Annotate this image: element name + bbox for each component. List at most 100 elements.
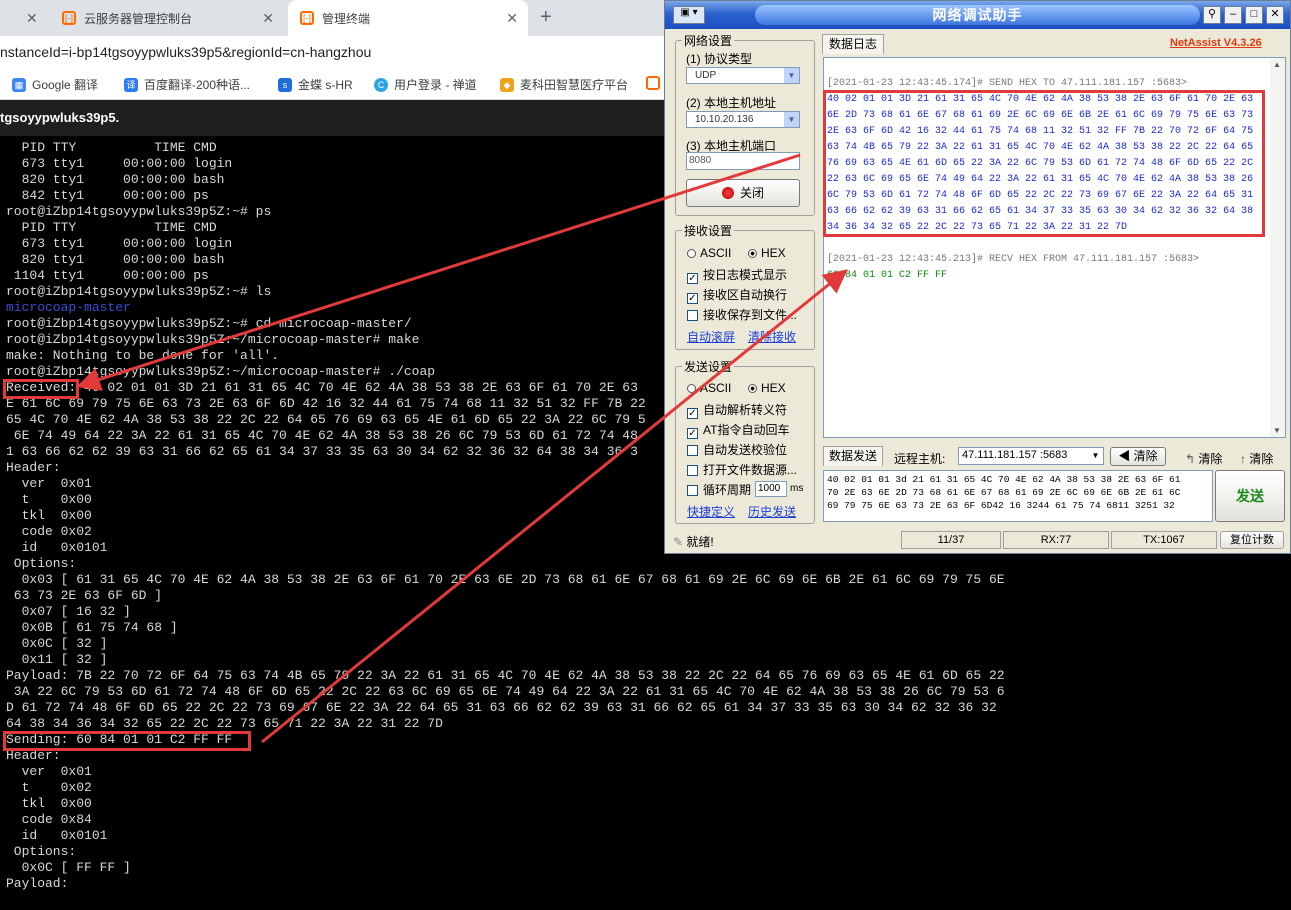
auto-wrap-checkbox[interactable]: ✓ 接收区自动换行 [687,286,787,304]
recv-hex-radio[interactable]: HEX [748,246,786,260]
send-hex-radio[interactable]: HEX [748,381,786,395]
clear-all-button[interactable]: ↑ 清除 [1240,450,1273,467]
auto-escape-checkbox[interactable]: ✓ 自动解析转义符 [687,401,787,419]
clear-receive-link[interactable]: 清除接收 [748,328,796,345]
sending-highlight-box [3,731,251,751]
scroll-down-icon[interactable]: ▼ [1273,426,1281,435]
shield-icon: ◆ [500,77,514,92]
loop-period-checkbox[interactable]: 循环周期 [687,481,751,498]
remote-host-select[interactable]: 47.111.181.157 :5683 ▼ [958,447,1104,465]
terminal-line: code 0x84 [6,812,92,827]
new-tab-plus-icon[interactable]: + [540,6,552,29]
tab-data-send[interactable]: 数据发送 [823,446,883,466]
chevron-down-icon[interactable]: ▼ [784,112,799,127]
history-link[interactable]: 历史发送 [748,503,796,520]
terminal-line: ver 0x01 [6,476,92,491]
url-text: nstanceId=i-bp14tgsoyypwluks39p5&regionI… [0,44,372,60]
tab-label: 云服务器管理控制台 [84,11,193,26]
bookmark-aliyun-partial[interactable] [646,76,666,90]
recv-ascii-radio[interactable]: ASCII [687,246,731,260]
terminal-line: 0x11 [ 32 ] [6,652,108,667]
terminal-line: id 0x0101 [6,828,108,843]
shortcuts-link[interactable]: 快捷定义 [687,503,735,520]
loop-period-input[interactable]: 1000 [755,481,787,497]
local-ip-select[interactable]: 10.10.20.136 ▼ [686,111,800,128]
at-auto-cr-checkbox[interactable]: ✓ AT指令自动回车 [687,421,789,439]
send-button[interactable]: 发送 [1215,470,1285,522]
bookmark-baidu-translate[interactable]: 译百度翻译-200种语... [124,76,250,93]
received-highlight-box [3,379,79,399]
terminal-line: Options: [6,844,77,859]
auto-scroll-link[interactable]: 自动滚屏 [687,328,735,345]
terminal-line: id 0x0101 [6,540,108,555]
maximize-icon[interactable]: □ [1245,6,1263,24]
close-connection-button[interactable]: 关闭 [686,179,800,207]
terminal-line: microcoap-master [6,300,131,315]
clear-remote-button[interactable]: ◀ 清除 [1110,447,1166,466]
log-scrollbar[interactable]: ▲ ▼ [1270,58,1285,437]
save-to-file-checkbox[interactable]: 接收保存到文件... [687,306,797,323]
auto-checksum-checkbox[interactable]: 自动发送校验位 [687,441,787,458]
status-icon: ✎ [673,535,684,549]
terminal-line: Options: [6,556,77,571]
ready-status: ✎ 就绪! [673,535,714,549]
clear-send-button[interactable]: ↰ 清除 [1185,450,1222,467]
netassist-title-bar: ▣ ▾ 网络调试助手 ⚲ – □ ✕ [665,1,1290,29]
address-bar[interactable]: nstanceId=i-bp14tgsoyypwluks39p5&regionI… [0,36,664,68]
send-ascii-radio[interactable]: ASCII [687,381,731,395]
chevron-down-icon[interactable]: ▼ [1088,448,1103,464]
close-icon[interactable]: ✕ [506,10,518,27]
reset-counter-button[interactable]: 复位计数 [1220,531,1284,549]
tab-data-log[interactable]: 数据日志 [822,34,884,54]
tab-label: 管理终端 [322,11,371,26]
terminal-line: tkl 0x00 [6,508,92,523]
scroll-up-icon[interactable]: ▲ [1273,60,1281,69]
undo-arrow-icon: ↰ [1185,452,1196,466]
translate-icon: 译 [124,77,138,92]
tab-management-terminal[interactable]: [-] 管理终端 ✕ [288,0,528,36]
local-port-input[interactable]: 8080 [686,152,800,170]
chevron-down-icon[interactable]: ▼ [784,68,799,83]
terminal-line: root@iZbp14tgsoyypwluks39p5Z:~/microcoap… [6,332,420,347]
terminal-line: 6E 74 49 64 22 3A 22 61 31 65 4C 70 4E 6… [6,428,638,443]
open-file-source-checkbox[interactable]: 打开文件数据源... [687,461,797,478]
terminal-line: 820 tty1 00:00:00 bash [6,172,225,187]
terminal-line: ver 0x01 [6,764,92,779]
close-icon[interactable]: ✕ [262,10,274,27]
checkbox-icon [687,310,698,321]
loop-unit: ms [790,483,804,494]
terminal-line: 63 73 2E 63 6F 6D ] [6,588,163,603]
version-link[interactable]: NetAssist V4.3.26 [1170,37,1262,49]
send-hex-highlight-box [823,90,1265,237]
protocol-select[interactable]: UDP ▼ [686,67,800,84]
tab-close-partial[interactable]: ✕ [0,0,38,36]
red-status-icon [721,187,734,199]
protocol-label: (1) 协议类型 [686,52,753,66]
check-icon: ✓ [687,273,698,284]
bookmark-kingdee-shr[interactable]: s 金蝶 s-HR [278,76,353,93]
recv-hex-line: 60 84 01 01 C2 FF FF [827,270,948,281]
bookmark-zentao[interactable]: C 用户登录 - 禅道 [374,76,477,93]
tab-ecs-console[interactable]: [-] 云服务器管理控制台 ✕ [52,0,284,36]
terminal-line: t 0x02 [6,780,92,795]
radio-selected-icon [748,384,757,393]
checkbox-icon [687,445,698,456]
log-mode-checkbox[interactable]: ✓ 按日志模式显示 [687,266,787,284]
checkbox-icon [687,465,698,476]
window-menu-icon[interactable]: ▣ ▾ [673,6,705,24]
terminal-line: Received: 40 02 01 01 3D 21 61 31 65 4C … [6,380,638,395]
rx-counter: RX:77 [1003,531,1109,549]
terminal-title-bar: tgsoyypwluks39p5. [0,100,664,136]
close-icon[interactable]: ✕ [26,10,38,27]
pin-icon[interactable]: ⚲ [1203,6,1221,24]
bookmark-google-translate[interactable]: ▦ Google 翻译 [12,76,98,93]
terminal-line: code 0x02 [6,524,92,539]
radio-icon [687,249,696,258]
close-icon[interactable]: ✕ [1266,6,1284,24]
terminal-line: Header: [6,460,61,475]
minimize-icon[interactable]: – [1224,6,1242,24]
kingdee-icon: s [278,77,292,92]
bookmark-medical-platform[interactable]: ◆ 麦科田智慧医疗平台 [500,76,628,93]
terminal-line: make: Nothing to be done for 'all'. [6,348,280,363]
terminal-line: 0x0C [ FF FF ] [6,860,131,875]
